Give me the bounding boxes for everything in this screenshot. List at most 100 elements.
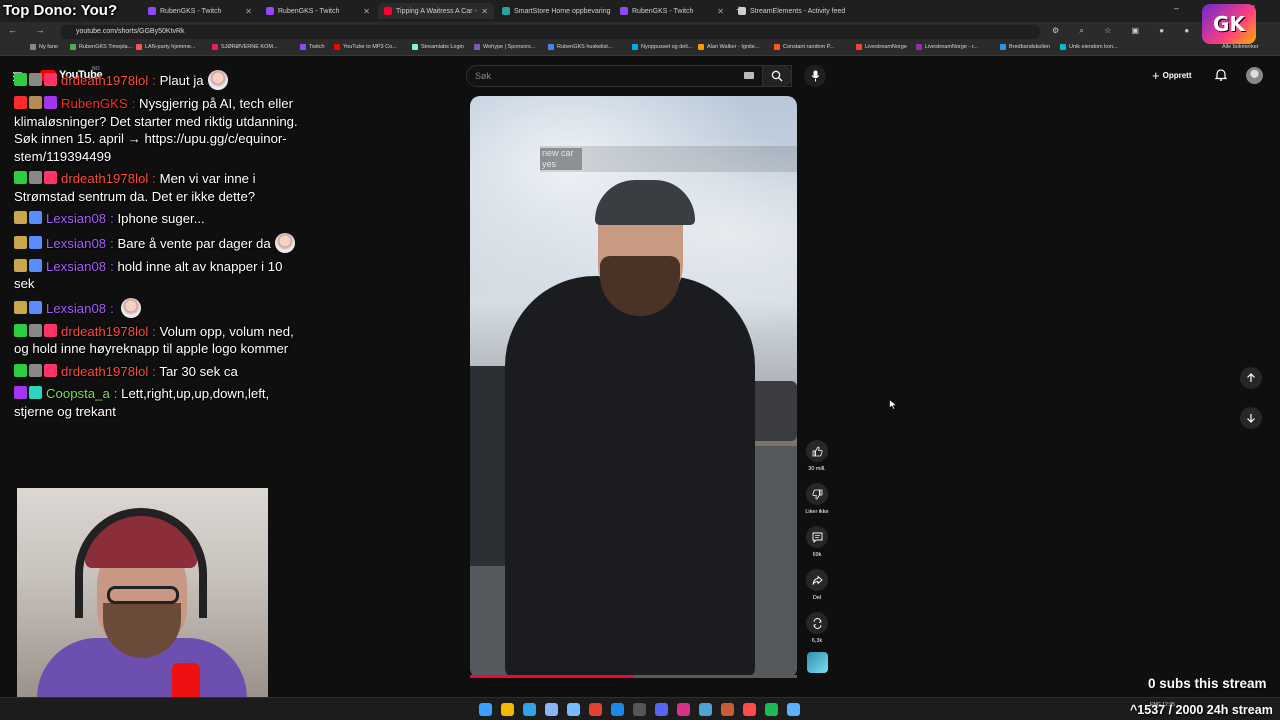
bookmark-label: Unik eiendom kon... (1069, 44, 1118, 50)
dislike-icon (806, 483, 828, 505)
taskbar-app-icon[interactable] (765, 703, 778, 716)
taskbar-app-icon[interactable] (655, 703, 668, 716)
video-progress-bar[interactable] (470, 675, 797, 678)
bookmark-favicon-icon (136, 44, 142, 50)
chat-badge-icon (29, 323, 42, 337)
chat-badge-icon (29, 211, 42, 224)
search-button[interactable] (762, 65, 792, 87)
bookmark-item[interactable]: Twitch (300, 44, 325, 50)
next-short-button[interactable] (1240, 407, 1262, 429)
taskbar-app-icon[interactable] (501, 703, 514, 716)
bookmark-item[interactable]: RubenGKS huskelist... (548, 44, 612, 50)
taskbar-app-icon[interactable] (633, 703, 646, 716)
browser-tab[interactable]: RubenGKS - Twitch ✕ (614, 3, 730, 19)
chat-badge-icon (44, 96, 57, 109)
tab-favicon-icon (148, 7, 156, 15)
notifications-bell-icon[interactable] (1215, 68, 1227, 81)
chat-badge-icon (14, 386, 27, 399)
bookmark-item[interactable]: LAN-party hjemme... (136, 44, 195, 50)
bookmark-item[interactable]: RubenGKS Timepla... (70, 44, 132, 50)
bookmark-item[interactable]: Bredbandskollen (1000, 44, 1050, 50)
bookmark-item[interactable]: LivestreamNorge - r... (916, 44, 978, 50)
browser-tab[interactable]: StreamElements - Activity feed✕ (732, 3, 848, 19)
bookmark-favicon-icon (632, 44, 638, 50)
remix-button[interactable]: 6,3k (806, 612, 828, 644)
chat-badge-icon (14, 300, 27, 314)
taskbar-app-icon[interactable] (567, 703, 580, 716)
taskbar-app-icon[interactable] (677, 703, 690, 716)
bookmark-item[interactable]: SJØRØVERNE KOM... (212, 44, 278, 50)
chat-badge-icon (44, 323, 57, 337)
close-tab-icon[interactable]: ✕ (363, 7, 370, 16)
shorts-video-player[interactable]: new car yes (470, 96, 797, 678)
all-bookmarks[interactable]: Alle bokmerker (1222, 44, 1259, 50)
chat-text: Iphone suger... (117, 211, 205, 226)
sound-thumbnail[interactable] (807, 652, 828, 673)
bookmark-label: Nyoppusset og deli... (641, 44, 693, 50)
chat-badge-icon (44, 171, 57, 184)
chat-message: Coopsta_a: Lett,right,up,up,down,left, s… (14, 385, 304, 420)
browser-tab[interactable]: Tipping A Waitress A Car - ✕ (378, 3, 494, 19)
bookmark-favicon-icon (412, 44, 418, 50)
dislike-button[interactable]: Liker ikke (805, 483, 829, 515)
browser-tab[interactable]: RubenGKS - Twitch ✕ (260, 3, 376, 19)
bookmark-item[interactable]: Wehype | Sponsors... (474, 44, 535, 50)
bookmark-item[interactable]: YouTube to MP3 Co... (334, 44, 397, 50)
taskbar-app-icon[interactable] (545, 703, 558, 716)
share-button[interactable]: Del (806, 569, 828, 601)
previous-short-button[interactable] (1240, 367, 1262, 389)
bookmark-favicon-icon (474, 44, 480, 50)
comment-button[interactable]: 69k (806, 526, 828, 558)
taskbar-app-icon[interactable] (589, 703, 602, 716)
bookmark-item[interactable]: Unik eiendom kon... (1060, 44, 1118, 50)
chat-username: Lexsian08 (46, 300, 107, 316)
address-bar[interactable]: youtube.com/shorts/GGBy50KtvRk (60, 25, 1040, 39)
bookmark-favicon-icon (70, 44, 76, 50)
chat-badge-icon (44, 363, 57, 377)
close-tab-icon[interactable]: ✕ (717, 7, 724, 16)
taskbar-app-icon[interactable] (611, 703, 624, 716)
taskbar-app-icon[interactable] (479, 703, 492, 716)
taskbar-app-icon[interactable] (523, 703, 536, 716)
chat-message: Lexsian08: Bare å vente par dager da (14, 232, 304, 253)
close-tab-icon[interactable]: ✕ (481, 7, 488, 16)
bookmark-item[interactable]: Ny fane (30, 44, 58, 50)
new-tab-button[interactable]: + (736, 4, 742, 16)
taskbar-app-icon[interactable] (787, 703, 800, 716)
bookmark-favicon-icon (30, 44, 36, 50)
chat-badges (14, 235, 42, 249)
tab-label: RubenGKS - Twitch (278, 7, 340, 15)
browser-tab[interactable]: RubenGKS - Twitch ✕ (142, 3, 258, 19)
bookmark-item[interactable]: Streamlabs Login (412, 44, 464, 50)
bookmark-label: LivestreamNorge (865, 44, 907, 50)
close-tab-icon[interactable]: ✕ (245, 7, 252, 16)
chat-badges (14, 171, 57, 184)
avatar[interactable] (1246, 67, 1263, 84)
chat-separator: : (152, 73, 160, 88)
voice-search-button[interactable] (804, 65, 826, 87)
taskbar-app-icon[interactable] (721, 703, 734, 716)
chat-separator: : (110, 300, 118, 316)
bookmark-label: Streamlabs Login (421, 44, 464, 50)
bookmark-item[interactable]: Nyoppusset og deli... (632, 44, 692, 50)
chat-badges (14, 323, 57, 337)
chat-message: Lexsian08: (14, 297, 304, 318)
create-button[interactable]: + Opprett (1152, 68, 1191, 83)
channel-logo-badge: GK (1202, 4, 1256, 44)
bookmark-item[interactable]: Constant random P... (774, 44, 834, 50)
chat-text: Bare å vente par dager da (117, 235, 271, 251)
like-button[interactable]: 30 mill. (806, 440, 828, 472)
browser-tab[interactable]: SmartStore Home oppbevaring✕ (496, 3, 612, 19)
bookmark-favicon-icon (300, 44, 306, 50)
bookmark-item[interactable]: LivestreamNorge (856, 44, 907, 50)
bookmark-item[interactable]: Alan Walker - Ignite... (698, 44, 759, 50)
chat-badge-icon (29, 96, 42, 109)
bookmark-favicon-icon (774, 44, 780, 50)
bookmark-favicon-icon (334, 44, 340, 50)
keyboard-icon[interactable] (744, 72, 754, 79)
bookmark-favicon-icon (1060, 44, 1066, 50)
taskbar-app-icon[interactable] (699, 703, 712, 716)
chat-badge-icon (29, 235, 42, 249)
chat-badges (14, 96, 57, 109)
taskbar-app-icon[interactable] (743, 703, 756, 716)
